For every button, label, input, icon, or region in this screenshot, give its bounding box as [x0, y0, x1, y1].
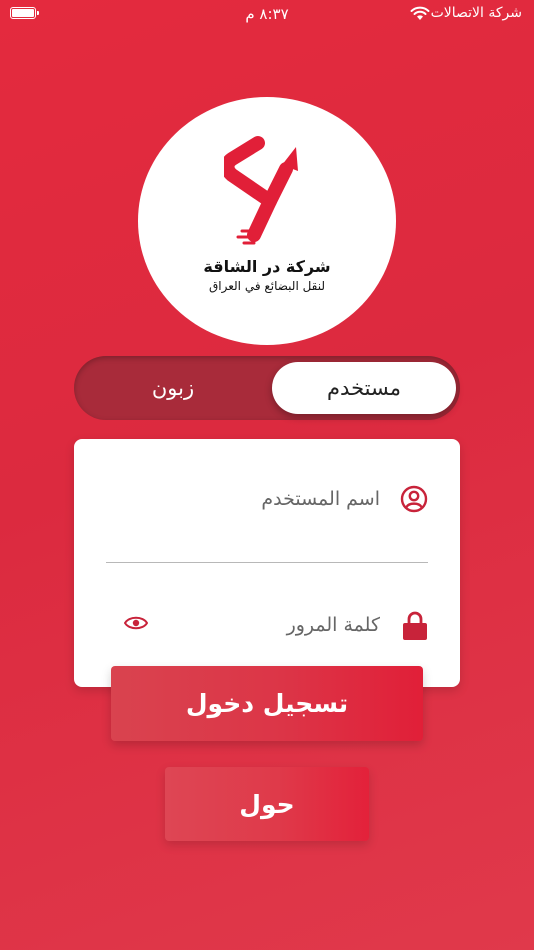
password-field: [106, 595, 428, 655]
segment-user-option[interactable]: مستخدم: [272, 362, 456, 414]
login-form-card: [74, 439, 460, 687]
user-circle-icon: [400, 485, 428, 513]
logo-mark-icon: [224, 136, 298, 245]
username-input[interactable]: [106, 483, 380, 515]
user-type-segment[interactable]: مستخدم زبون: [74, 356, 460, 420]
login-button[interactable]: تسجيل دخول: [111, 666, 423, 741]
username-field: [106, 469, 428, 529]
segment-customer-option[interactable]: زبون: [78, 362, 268, 414]
logo-title: شركة در الشاقة: [203, 257, 331, 276]
logo-subtitle: لنقل البضائع في العراق: [208, 279, 326, 293]
eye-icon[interactable]: [124, 615, 148, 631]
company-logo: شركة در الشاقة لنقل البضائع في العراق: [138, 97, 396, 345]
carrier-name: شركة الاتصالات: [430, 5, 522, 21]
wifi-icon: [410, 6, 430, 20]
lock-icon: [403, 611, 427, 640]
password-input[interactable]: [154, 609, 380, 641]
about-button[interactable]: حول: [165, 767, 369, 841]
status-bar: ٨:٣٧ م شركة الاتصالات: [0, 0, 534, 28]
field-divider: [106, 562, 428, 563]
